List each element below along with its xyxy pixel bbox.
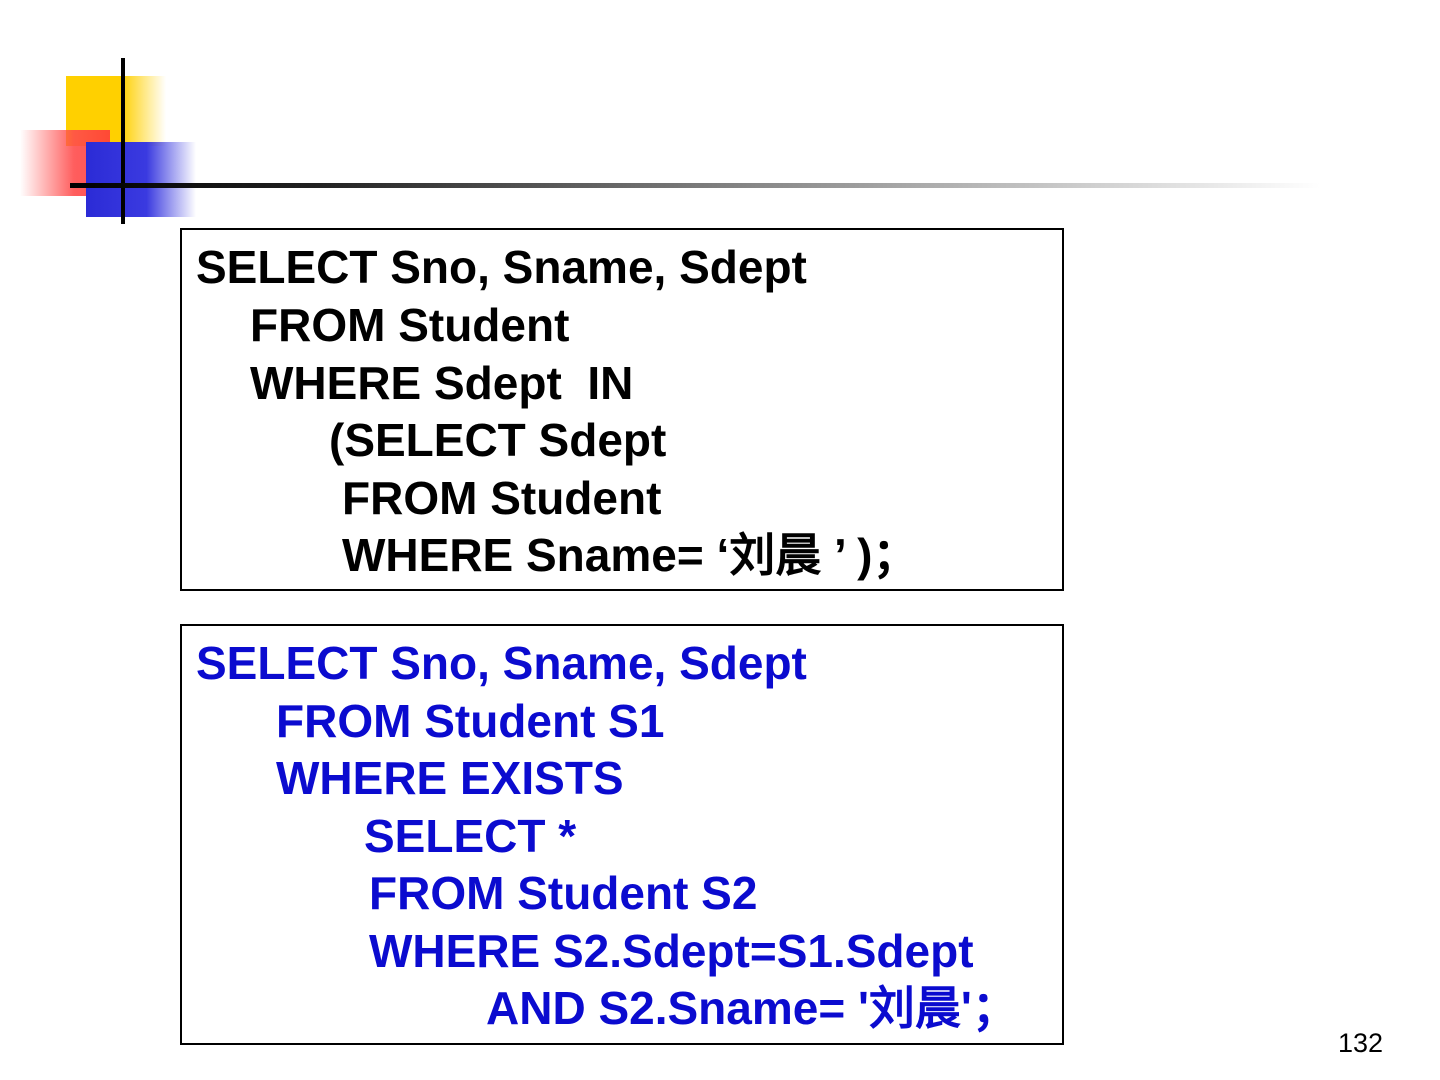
vertical-rule-decoration	[121, 58, 125, 224]
code-line: FROM Student S2	[369, 867, 758, 919]
sql-exists-subquery-box: SELECT Sno, Sname, Sdept FROM Student S1…	[180, 624, 1064, 1045]
code-line: FROM Student	[250, 299, 570, 351]
code-line: SELECT *	[364, 810, 577, 862]
page-number: 132	[1338, 1028, 1384, 1058]
code-line: FROM Student	[342, 472, 662, 524]
blue-square-decoration	[86, 142, 196, 217]
code-line: (SELECT Sdept	[329, 414, 667, 466]
code-line: WHERE S2.Sdept=S1.Sdept	[369, 925, 974, 977]
code-line: WHERE Sdept IN	[250, 357, 634, 409]
code-line: AND S2.Sname= '刘晨'；	[486, 982, 1018, 1034]
title-underline-rule	[70, 183, 1320, 188]
sql-in-subquery-box: SELECT Sno, Sname, Sdept FROM Student WH…	[180, 228, 1064, 591]
code-line: WHERE EXISTS	[276, 752, 624, 804]
slide-logo-decoration	[0, 0, 1440, 240]
code-line: WHERE Sname= ‘刘晨 ’ )；	[342, 529, 919, 581]
code-line: SELECT Sno, Sname, Sdept	[196, 241, 807, 293]
code-line: SELECT Sno, Sname, Sdept	[196, 637, 807, 689]
code-line: FROM Student S1	[276, 695, 665, 747]
